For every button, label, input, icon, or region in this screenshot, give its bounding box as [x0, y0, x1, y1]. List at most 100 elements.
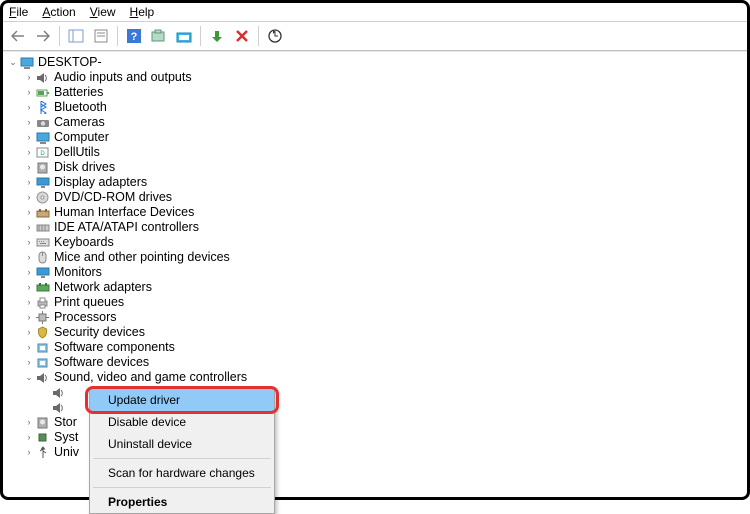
enable-icon[interactable] — [206, 25, 228, 47]
context-uninstall-device[interactable]: Uninstall device — [90, 433, 274, 455]
svg-text:D: D — [40, 151, 45, 157]
context-update-driver[interactable]: Update driver — [90, 389, 274, 411]
menu-file[interactable]: File — [9, 5, 28, 19]
tree-item-label: Software devices — [54, 355, 149, 370]
tree-item[interactable]: ›Monitors — [23, 265, 745, 280]
tree-item-label: Computer — [54, 130, 109, 145]
tree-item[interactable]: › D DellUtils — [23, 145, 745, 160]
category-icon — [35, 326, 50, 339]
tree-item[interactable]: › Computer — [23, 130, 745, 145]
menu-action[interactable]: Action — [42, 5, 75, 19]
context-properties[interactable]: Properties — [90, 491, 274, 513]
tree-item[interactable]: › Cameras — [23, 115, 745, 130]
tree-item-label: Stor — [54, 415, 77, 430]
expand-icon[interactable]: › — [23, 250, 35, 265]
tree-item[interactable]: › IDE ATA/ATAPI controllers — [23, 220, 745, 235]
scan-hardware-icon[interactable] — [264, 25, 286, 47]
expand-icon[interactable]: › — [23, 190, 35, 205]
update-driver-icon[interactable] — [173, 25, 195, 47]
speaker-icon — [51, 386, 66, 399]
tree-item-label: Print queues — [54, 295, 124, 310]
expand-icon[interactable]: › — [23, 115, 35, 130]
show-hide-icon[interactable] — [65, 25, 87, 47]
tree-item[interactable]: › Software devices — [23, 355, 745, 370]
tree-item[interactable]: ›Bluetooth — [23, 100, 745, 115]
tree-item[interactable]: ›Processors — [23, 310, 745, 325]
back-icon[interactable] — [7, 25, 29, 47]
collapse-icon[interactable]: ⌄ — [23, 370, 35, 385]
tree-item[interactable]: ›Software components — [23, 340, 745, 355]
expand-icon[interactable]: › — [23, 100, 35, 115]
separator — [93, 458, 271, 459]
computer-icon — [19, 56, 34, 69]
expand-icon[interactable]: › — [23, 70, 35, 85]
collapse-icon[interactable]: ⌄ — [7, 55, 19, 70]
tree-item[interactable]: ›Display adapters — [23, 175, 745, 190]
tree-item-label: Disk drives — [54, 160, 115, 175]
expand-icon[interactable]: › — [23, 355, 35, 370]
expand-icon[interactable]: › — [23, 160, 35, 175]
tree-item-label: Batteries — [54, 85, 103, 100]
tree-item[interactable]: › Batteries — [23, 85, 745, 100]
category-icon — [35, 251, 50, 264]
tree-item[interactable]: › Disk drives — [23, 160, 745, 175]
forward-icon[interactable] — [32, 25, 54, 47]
separator — [258, 26, 259, 46]
context-disable-device[interactable]: Disable device — [90, 411, 274, 433]
context-menu: Update driver Disable device Uninstall d… — [89, 388, 275, 514]
category-icon — [35, 431, 50, 444]
tree-item[interactable]: › Audio inputs and outputs — [23, 70, 745, 85]
expand-icon[interactable]: › — [23, 430, 35, 445]
expand-icon[interactable]: › — [23, 265, 35, 280]
tree-item-label: IDE ATA/ATAPI controllers — [54, 220, 199, 235]
tree-item[interactable]: › Human Interface Devices — [23, 205, 745, 220]
tree-item[interactable]: ›Mice and other pointing devices — [23, 250, 745, 265]
help-icon[interactable]: ? — [123, 25, 145, 47]
expand-icon[interactable]: › — [23, 130, 35, 145]
expand-icon[interactable]: › — [23, 85, 35, 100]
menubar: File Action View Help — [3, 3, 747, 22]
expand-icon[interactable]: › — [23, 145, 35, 160]
tree-item-label: Keyboards — [54, 235, 114, 250]
tree-item[interactable]: ⌄ Sound, video and game controllers — [23, 370, 745, 385]
tree-item[interactable]: › Print queues — [23, 295, 745, 310]
category-icon — [35, 116, 50, 129]
tree-item-label: Network adapters — [54, 280, 152, 295]
tree-item-label: Audio inputs and outputs — [54, 70, 192, 85]
properties-icon[interactable] — [90, 25, 112, 47]
expand-icon[interactable]: › — [23, 295, 35, 310]
menu-help[interactable]: Help — [130, 5, 155, 19]
separator — [117, 26, 118, 46]
tree-item[interactable]: › Keyboards — [23, 235, 745, 250]
expand-icon[interactable]: › — [23, 310, 35, 325]
separator — [200, 26, 201, 46]
tree-item[interactable]: › Network adapters — [23, 280, 745, 295]
category-icon — [35, 296, 50, 309]
tree-item-label: Sound, video and game controllers — [54, 370, 247, 385]
category-icon — [35, 371, 50, 384]
category-icon — [35, 266, 50, 279]
expand-icon[interactable]: › — [23, 415, 35, 430]
expand-icon[interactable]: › — [23, 205, 35, 220]
tree-item-label: DellUtils — [54, 145, 100, 160]
expand-icon[interactable]: › — [23, 340, 35, 355]
expand-icon[interactable]: › — [23, 175, 35, 190]
expand-icon[interactable]: › — [23, 445, 35, 460]
context-scan-hardware[interactable]: Scan for hardware changes — [90, 462, 274, 484]
root-node[interactable]: ⌄ DESKTOP- — [7, 55, 745, 70]
expand-icon[interactable]: › — [23, 220, 35, 235]
expand-icon[interactable]: › — [23, 325, 35, 340]
category-icon — [35, 281, 50, 294]
category-icon — [35, 71, 50, 84]
category-icon — [35, 191, 50, 204]
expand-icon[interactable]: › — [23, 280, 35, 295]
scan-icon[interactable] — [148, 25, 170, 47]
tree-item[interactable]: ›DVD/CD-ROM drives — [23, 190, 745, 205]
tree-item-label: Human Interface Devices — [54, 205, 194, 220]
category-icon — [35, 311, 50, 324]
uninstall-icon[interactable] — [231, 25, 253, 47]
expand-icon[interactable]: › — [23, 235, 35, 250]
tree-item-label: Cameras — [54, 115, 105, 130]
menu-view[interactable]: View — [90, 5, 116, 19]
tree-item[interactable]: ›Security devices — [23, 325, 745, 340]
